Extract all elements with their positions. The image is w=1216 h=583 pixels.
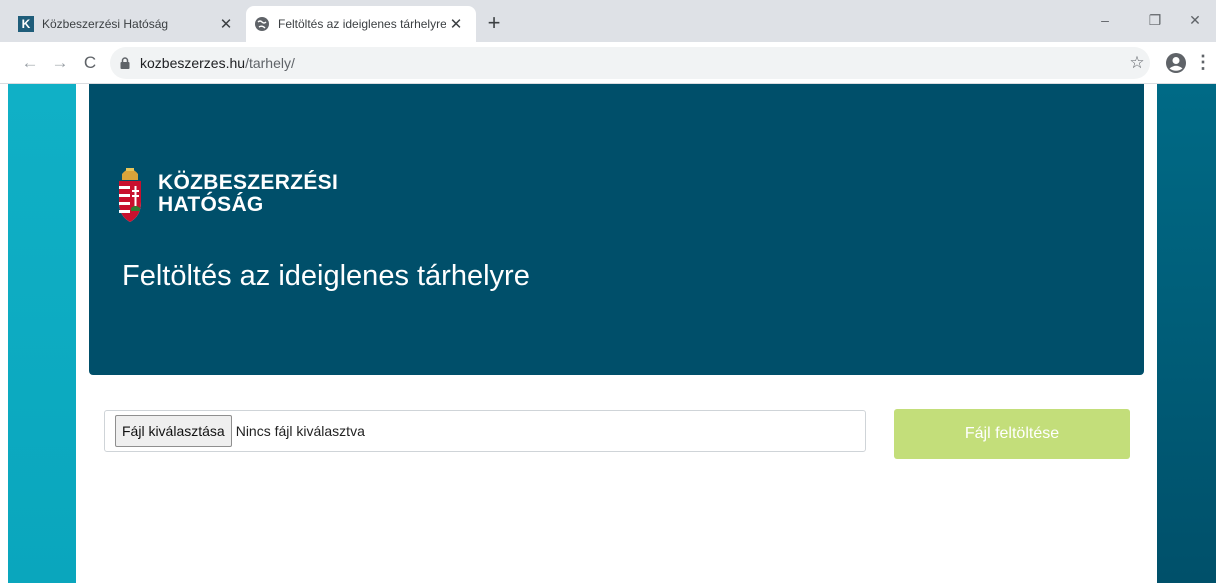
bookmark-star-icon[interactable]: ☆ — [1125, 51, 1149, 75]
profile-icon[interactable] — [1165, 52, 1187, 74]
k-logo-icon: K — [18, 16, 34, 32]
globe-icon — [255, 17, 269, 31]
lock-icon — [120, 57, 130, 69]
new-tab-button[interactable]: + — [482, 12, 506, 36]
close-window-button[interactable]: ✕ — [1180, 8, 1210, 32]
url-host: kozbeszerzes.hu — [140, 55, 246, 71]
browser-window: K Közbeszerzési Hatóság ✕ Feltöltés az i… — [0, 0, 1216, 583]
logo-text: KÖZBESZERZÉSI HATÓSÁG — [158, 172, 338, 216]
left-side-band — [8, 84, 76, 583]
file-input[interactable]: Fájl kiválasztása Nincs fájl kiválasztva — [104, 410, 866, 452]
browser-toolbar: ← → C kozbeszerzes.hu/tarhely/ ☆ ⋮ — [0, 42, 1216, 84]
tab-title: Feltöltés az ideiglenes tárhelyre — [278, 17, 446, 31]
tab-strip: K Közbeszerzési Hatóság ✕ Feltöltés az i… — [0, 0, 1216, 42]
upload-file-button[interactable]: Fájl feltöltése — [894, 409, 1130, 459]
hungarian-crest-icon — [119, 168, 141, 222]
url-path: /tarhely/ — [245, 55, 295, 71]
url-text: kozbeszerzes.hu/tarhely/ — [140, 55, 295, 71]
site-logo[interactable]: KÖZBESZERZÉSI HATÓSÁG — [116, 164, 338, 224]
forward-button[interactable]: → — [48, 51, 72, 75]
restore-button[interactable]: ❐ — [1140, 8, 1170, 32]
logo-line-2: HATÓSÁG — [158, 193, 264, 216]
choose-file-button[interactable]: Fájl kiválasztása — [115, 415, 232, 447]
tab-title: Közbeszerzési Hatóság — [42, 17, 169, 31]
minimize-button[interactable]: – — [1090, 8, 1120, 32]
tab-kozbeszerzesi-hatosag[interactable]: K Közbeszerzési Hatóság ✕ — [18, 6, 246, 42]
address-bar[interactable]: kozbeszerzes.hu/tarhely/ — [110, 47, 1150, 79]
logo-line-1: KÖZBESZERZÉSI — [158, 171, 339, 194]
close-tab-icon[interactable]: ✕ — [216, 14, 236, 34]
tab-feltoltes[interactable]: Feltöltés az ideiglenes tárhelyre ✕ — [246, 6, 476, 42]
reload-button[interactable]: C — [78, 51, 102, 75]
page-title: Feltöltés az ideiglenes tárhelyre — [122, 260, 530, 292]
page-content: KÖZBESZERZÉSI HATÓSÁG Feltöltés az ideig… — [0, 84, 1216, 583]
menu-icon[interactable]: ⋮ — [1194, 51, 1212, 75]
close-tab-icon[interactable]: ✕ — [446, 14, 466, 34]
back-button[interactable]: ← — [18, 51, 42, 75]
no-file-selected-text: Nincs fájl kiválasztva — [235, 423, 365, 439]
hero-banner: KÖZBESZERZÉSI HATÓSÁG Feltöltés az ideig… — [89, 84, 1144, 375]
right-side-band — [1157, 84, 1216, 583]
